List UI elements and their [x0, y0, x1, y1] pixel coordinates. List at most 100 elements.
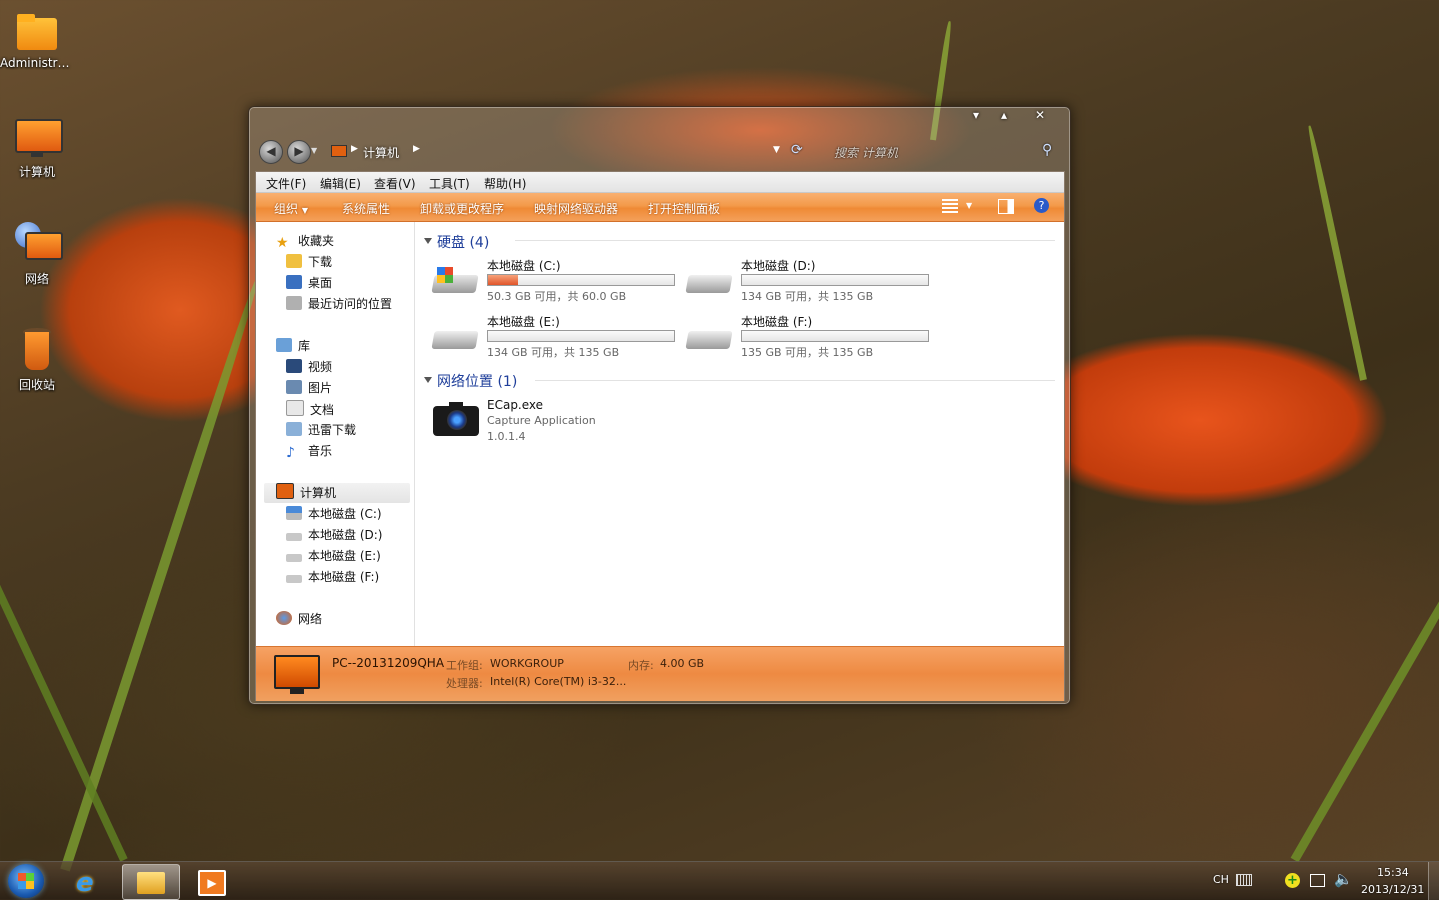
language-indicator[interactable]: CH — [1213, 873, 1229, 886]
menu-help[interactable]: 帮助(H) — [484, 175, 526, 192]
address-dropdown[interactable]: ▼ — [773, 145, 780, 155]
nav-favorites[interactable]: ★ 收藏夹 — [276, 232, 334, 252]
uninstall-button[interactable]: 卸载或更改程序 — [420, 200, 504, 217]
menu-tools[interactable]: 工具(T) — [429, 175, 470, 192]
organize-button[interactable]: 组织 ▼ — [274, 200, 308, 217]
show-desktop-button[interactable] — [1428, 862, 1439, 900]
nav-recent[interactable]: 最近访问的位置 — [286, 295, 392, 315]
group-header-hdd[interactable]: 硬盘 (4) — [437, 232, 489, 252]
view-options-icon[interactable] — [942, 199, 958, 213]
history-dropdown[interactable]: ▼ — [311, 146, 317, 155]
nav-label: 最近访问的位置 — [308, 297, 393, 311]
network-item-ecap[interactable]: ECap.exe Capture Application 1.0.1.4 — [433, 398, 683, 448]
nav-computer[interactable]: 计算机 — [264, 483, 410, 503]
drive-e[interactable]: 本地磁盘 (E:) 134 GB 可用，共 135 GB — [431, 313, 683, 363]
maximize-button[interactable]: ▴ — [991, 107, 1017, 125]
drive-name: 本地磁盘 (E:) — [487, 315, 560, 329]
taskbar-ie[interactable]: e — [62, 864, 118, 898]
close-button[interactable]: ✕ — [1027, 107, 1053, 125]
clock-date[interactable]: 2013/12/31 — [1361, 883, 1424, 896]
nav-label: 音乐 — [308, 444, 333, 458]
nav-music[interactable]: ♪ 音乐 — [286, 442, 332, 462]
search-icon[interactable]: ⚲ — [1042, 142, 1052, 158]
nav-drive-e[interactable]: 本地磁盘 (E:) — [286, 547, 381, 567]
nav-label: 迅雷下载 — [308, 423, 357, 437]
group-divider — [535, 380, 1055, 381]
nav-label: 库 — [298, 339, 311, 353]
nav-desktop[interactable]: 桌面 — [286, 274, 332, 294]
volume-icon[interactable]: 🔈 — [1334, 870, 1353, 888]
start-button[interactable] — [8, 864, 44, 898]
memory-label: 内存: — [628, 659, 654, 672]
computer-large-icon — [274, 655, 320, 689]
forward-button[interactable]: ▶ — [287, 140, 311, 164]
nav-downloads[interactable]: 下载 — [286, 253, 332, 273]
collapse-triangle-icon[interactable] — [424, 377, 432, 383]
desktop-icon-network[interactable]: 网络 — [0, 222, 74, 287]
desktop-icon-admin[interactable]: Administra... — [0, 8, 74, 70]
hard-drive-icon — [431, 323, 479, 353]
drive-f[interactable]: 本地磁盘 (F:) 135 GB 可用，共 135 GB — [685, 313, 937, 363]
back-button[interactable]: ◀ — [259, 140, 283, 164]
clock-time[interactable]: 15:34 — [1377, 866, 1409, 879]
drive-d[interactable]: 本地磁盘 (D:) 134 GB 可用，共 135 GB — [685, 257, 937, 307]
breadcrumb-computer[interactable]: 计算机 — [363, 144, 399, 161]
menu-view[interactable]: 查看(V) — [374, 175, 416, 192]
taskbar-explorer[interactable] — [122, 864, 180, 900]
desktop-icon-recycle[interactable]: 回收站 — [0, 328, 74, 393]
camera-icon — [433, 400, 481, 436]
arrow-left-icon: ◀ — [266, 144, 276, 158]
drive-usage-bar — [487, 330, 675, 342]
drive-free-space: 50.3 GB 可用，共 60.0 GB — [487, 290, 627, 303]
nav-videos[interactable]: 视频 — [286, 358, 332, 378]
chevron-down-icon: ▼ — [301, 206, 308, 215]
help-icon[interactable]: ? — [1034, 198, 1049, 213]
collapse-triangle-icon[interactable] — [424, 238, 432, 244]
nav-pictures[interactable]: 图片 — [286, 379, 332, 399]
map-drive-button[interactable]: 映射网络驱动器 — [534, 200, 618, 217]
search-input[interactable]: 搜索 计算机 ⚲ — [822, 141, 1052, 161]
monitor-stand — [290, 689, 304, 694]
minimize-button[interactable]: ▾ — [963, 107, 989, 125]
nav-drive-d[interactable]: 本地磁盘 (D:) — [286, 526, 382, 546]
refresh-button[interactable]: ⟳ — [791, 142, 803, 158]
nav-network[interactable]: 网络 — [276, 610, 322, 630]
view-dropdown-icon[interactable]: ▼ — [966, 201, 972, 210]
nav-label: 图片 — [308, 381, 333, 395]
desktop-icon-computer[interactable]: 计算机 — [0, 115, 74, 180]
address-bar[interactable]: ▶ 计算机 ▶ — [319, 141, 749, 161]
desktop-icon — [286, 275, 302, 289]
nav-label: 本地磁盘 (C:) — [308, 507, 382, 521]
nav-label: 文档 — [310, 403, 335, 417]
network-tray-icon[interactable] — [1310, 874, 1325, 887]
nav-drive-f[interactable]: 本地磁盘 (F:) — [286, 568, 379, 588]
nav-documents[interactable]: 文档 — [286, 400, 334, 420]
windows-logo-icon — [18, 873, 34, 889]
menu-edit[interactable]: 编辑(E) — [320, 175, 361, 192]
control-panel-button[interactable]: 打开控制面板 — [648, 200, 720, 217]
preview-pane-icon[interactable] — [998, 199, 1014, 214]
download-library-icon — [286, 422, 302, 436]
drive-c[interactable]: 本地磁盘 (C:) 50.3 GB 可用，共 60.0 GB — [431, 257, 683, 307]
drive-usage-bar — [741, 274, 929, 286]
nav-libraries[interactable]: 库 — [276, 337, 310, 357]
content-pane: 硬盘 (4) 本地磁盘 (C:) 50.3 GB 可用，共 60.0 GB 本地… — [415, 222, 1064, 646]
nav-xunlei[interactable]: 迅雷下载 — [286, 421, 356, 441]
nav-label: 本地磁盘 (F:) — [308, 570, 380, 584]
taskbar-media-player[interactable]: ▶ — [184, 864, 240, 898]
address-row: ◀ ▶ ▼ ▶ 计算机 ▶ ▼ ⟳ 搜索 计算机 ⚲ — [257, 140, 1062, 164]
music-icon: ♪ — [286, 445, 295, 461]
group-header-network[interactable]: 网络位置 (1) — [437, 371, 517, 391]
nav-drive-c[interactable]: 本地磁盘 (C:) — [286, 505, 382, 525]
keyboard-icon[interactable] — [1236, 874, 1252, 886]
desktop-icon-label: Administra... — [0, 56, 74, 70]
star-icon: ★ — [276, 235, 289, 251]
recent-places-icon — [286, 296, 302, 310]
breadcrumb-separator: ▶ — [413, 144, 420, 154]
tray-app-icon[interactable]: + — [1285, 873, 1300, 888]
drive-free-space: 135 GB 可用，共 135 GB — [741, 346, 874, 359]
system-properties-button[interactable]: 系统属性 — [342, 200, 390, 217]
drive-name: 本地磁盘 (F:) — [741, 315, 813, 329]
menu-file[interactable]: 文件(F) — [266, 175, 306, 192]
nav-label: 本地磁盘 (D:) — [308, 528, 383, 542]
